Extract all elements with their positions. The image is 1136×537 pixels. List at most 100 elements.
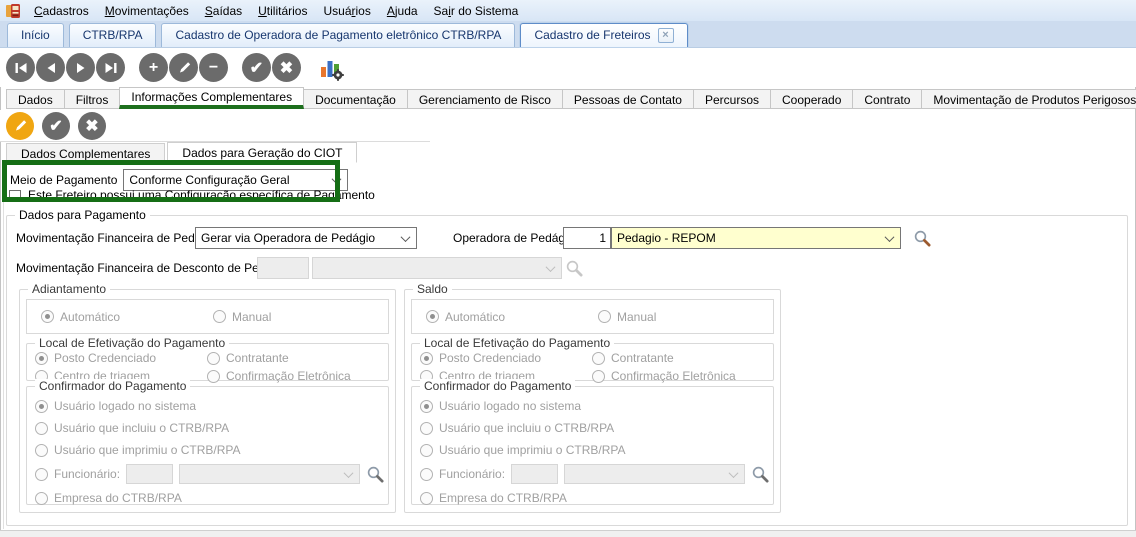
radio-usuario-incluiu[interactable]: Usuário que incluiu o CTRB/RPA (420, 420, 773, 436)
mov-pedagio-label: Movimentação Financeira de Pedágio (16, 227, 217, 249)
operadora-value: Pedagio - REPOM (617, 231, 716, 245)
menu-saidas[interactable]: Saídas (197, 2, 250, 20)
close-icon[interactable]: × (658, 28, 674, 43)
group-legend: Dados para Pagamento (15, 208, 150, 222)
movimentacao-pedagio-row: Movimentação Financeira de Pedágio Gerar… (16, 227, 1116, 249)
radio-icon (420, 352, 433, 365)
search-icon[interactable] (751, 465, 770, 484)
menu-sair-do-sistema[interactable]: Sair do Sistema (426, 2, 527, 20)
chevron-down-icon (729, 468, 739, 478)
menu-utilitarios[interactable]: Utilitários (250, 2, 315, 20)
operadora-select[interactable]: Pedagio - REPOM (611, 227, 901, 249)
tab-percursos[interactable]: Percursos (693, 89, 771, 109)
tab-label: Cadastro de Freteiros (534, 28, 650, 42)
radio-contratante[interactable]: Contratante (207, 350, 388, 366)
mov-pedagio-select[interactable]: Gerar via Operadora de Pedágio (195, 227, 417, 249)
radio-icon (35, 352, 48, 365)
menu-cadastros[interactable]: Cadastros (26, 2, 97, 20)
tab-movimentacao-produtos-perigosos[interactable]: Movimentação de Produtos Perigosos (921, 89, 1136, 109)
edit-button[interactable] (6, 112, 34, 140)
radio-icon (420, 468, 433, 481)
radio-posto-credenciado[interactable]: Posto Credenciado (35, 350, 207, 366)
tab-gerenciamento-de-risco[interactable]: Gerenciamento de Risco (407, 89, 563, 109)
local-efetivacao-group: Local de Efetivação do Pagamento Posto C… (26, 343, 389, 381)
tab-documentacao[interactable]: Documentação (303, 89, 408, 109)
search-icon[interactable] (366, 465, 385, 484)
cancel-button[interactable]: ✖ (272, 53, 301, 82)
operadora-code-field[interactable]: 1 (563, 227, 611, 249)
tab-filtros[interactable]: Filtros (64, 89, 121, 109)
first-record-button[interactable] (6, 53, 35, 82)
search-icon[interactable] (913, 229, 932, 248)
radio-confirmacao-eletronica[interactable]: Confirmação Eletrônica (207, 368, 388, 384)
radio-icon (35, 492, 48, 505)
menu-bar: Cadastros Movimentações Saídas Utilitári… (0, 0, 1136, 21)
tab-pessoas-de-contato[interactable]: Pessoas de Contato (562, 89, 694, 109)
radio-usuario-imprimiu[interactable]: Usuário que imprimiu o CTRB/RPA (35, 442, 388, 458)
last-record-button[interactable] (96, 53, 125, 82)
tab-cadastro-operadora-pagamento[interactable]: Cadastro de Operadora de Pagamento eletr… (161, 23, 515, 47)
funcionario-code-field[interactable] (511, 464, 558, 484)
chevron-down-icon (344, 468, 354, 478)
radio-icon (207, 370, 220, 383)
funcionario-select[interactable] (179, 464, 360, 484)
adiantamento-group: Adiantamento Automático Manual Local de … (19, 289, 396, 513)
menu-usuarios[interactable]: Usuários (315, 2, 378, 20)
tab-informacoes-complementares[interactable]: Informações Complementares (119, 87, 304, 109)
tab-dados[interactable]: Dados (6, 89, 65, 109)
radio-usuario-logado[interactable]: Usuário logado no sistema (35, 398, 388, 414)
movimentacao-desconto-row: Movimentação Financeira de Desconto de P… (16, 257, 1116, 279)
bar-chart-gear-icon (318, 55, 344, 81)
chart-settings-button[interactable] (316, 53, 346, 83)
tab-contrato[interactable]: Contrato (852, 89, 922, 109)
radio-funcionario[interactable]: Funcionário: (35, 464, 388, 484)
radio-empresa-ctrb[interactable]: Empresa do CTRB/RPA (420, 490, 773, 506)
radio-posto-credenciado[interactable]: Posto Credenciado (420, 350, 592, 366)
confirm-button[interactable]: ✔ (242, 53, 271, 82)
group-legend: Local de Efetivação do Pagamento (35, 336, 229, 350)
discard-button[interactable]: ✖ (78, 112, 106, 140)
add-record-button[interactable]: + (139, 53, 168, 82)
delete-record-button[interactable]: − (199, 53, 228, 82)
radio-usuario-imprimiu[interactable]: Usuário que imprimiu o CTRB/RPA (420, 442, 773, 458)
radio-manual[interactable]: Manual (213, 309, 388, 325)
tab-cadastro-freteiros[interactable]: Cadastro de Freteiros × (520, 23, 687, 47)
radio-icon (420, 444, 433, 457)
radio-empresa-ctrb[interactable]: Empresa do CTRB/RPA (35, 490, 388, 506)
funcionario-select[interactable] (564, 464, 745, 484)
radio-confirmacao-eletronica[interactable]: Confirmação Eletrônica (592, 368, 773, 384)
radio-icon (35, 422, 48, 435)
mov-desconto-code-field[interactable] (257, 257, 309, 279)
radio-manual[interactable]: Manual (598, 309, 773, 325)
radio-contratante[interactable]: Contratante (592, 350, 773, 366)
radio-usuario-logado[interactable]: Usuário logado no sistema (420, 398, 773, 414)
radio-automatico[interactable]: Automático (426, 309, 598, 325)
radio-icon (426, 310, 439, 323)
next-record-button[interactable] (66, 53, 95, 82)
radio-automatico[interactable]: Automático (41, 309, 213, 325)
menu-movimentacoes[interactable]: Movimentações (97, 2, 197, 20)
radio-icon (35, 400, 48, 413)
tab-inicio[interactable]: Início (7, 23, 64, 47)
mov-desconto-select[interactable] (312, 257, 562, 279)
chevron-down-icon (885, 232, 895, 242)
search-icon-disabled[interactable] (565, 259, 584, 278)
radio-icon (213, 310, 226, 323)
tab-cooperado[interactable]: Cooperado (770, 89, 853, 109)
group-legend: Adiantamento (28, 282, 110, 296)
pencil-icon (13, 119, 27, 133)
chevron-down-icon (546, 262, 556, 272)
radio-icon (420, 400, 433, 413)
previous-record-button[interactable] (36, 53, 65, 82)
highlight-box (2, 160, 340, 202)
tab-ctrb-rpa[interactable]: CTRB/RPA (69, 23, 157, 47)
mov-desconto-label: Movimentação Financeira de Desconto de P… (16, 257, 288, 279)
edit-record-button[interactable] (169, 53, 198, 82)
radio-icon (35, 468, 48, 481)
menu-ajuda[interactable]: Ajuda (379, 2, 426, 20)
radio-funcionario[interactable]: Funcionário: (420, 464, 773, 484)
mov-pedagio-value: Gerar via Operadora de Pedágio (201, 231, 375, 245)
radio-usuario-incluiu[interactable]: Usuário que incluiu o CTRB/RPA (35, 420, 388, 436)
save-button[interactable]: ✔ (42, 112, 70, 140)
funcionario-code-field[interactable] (126, 464, 173, 484)
